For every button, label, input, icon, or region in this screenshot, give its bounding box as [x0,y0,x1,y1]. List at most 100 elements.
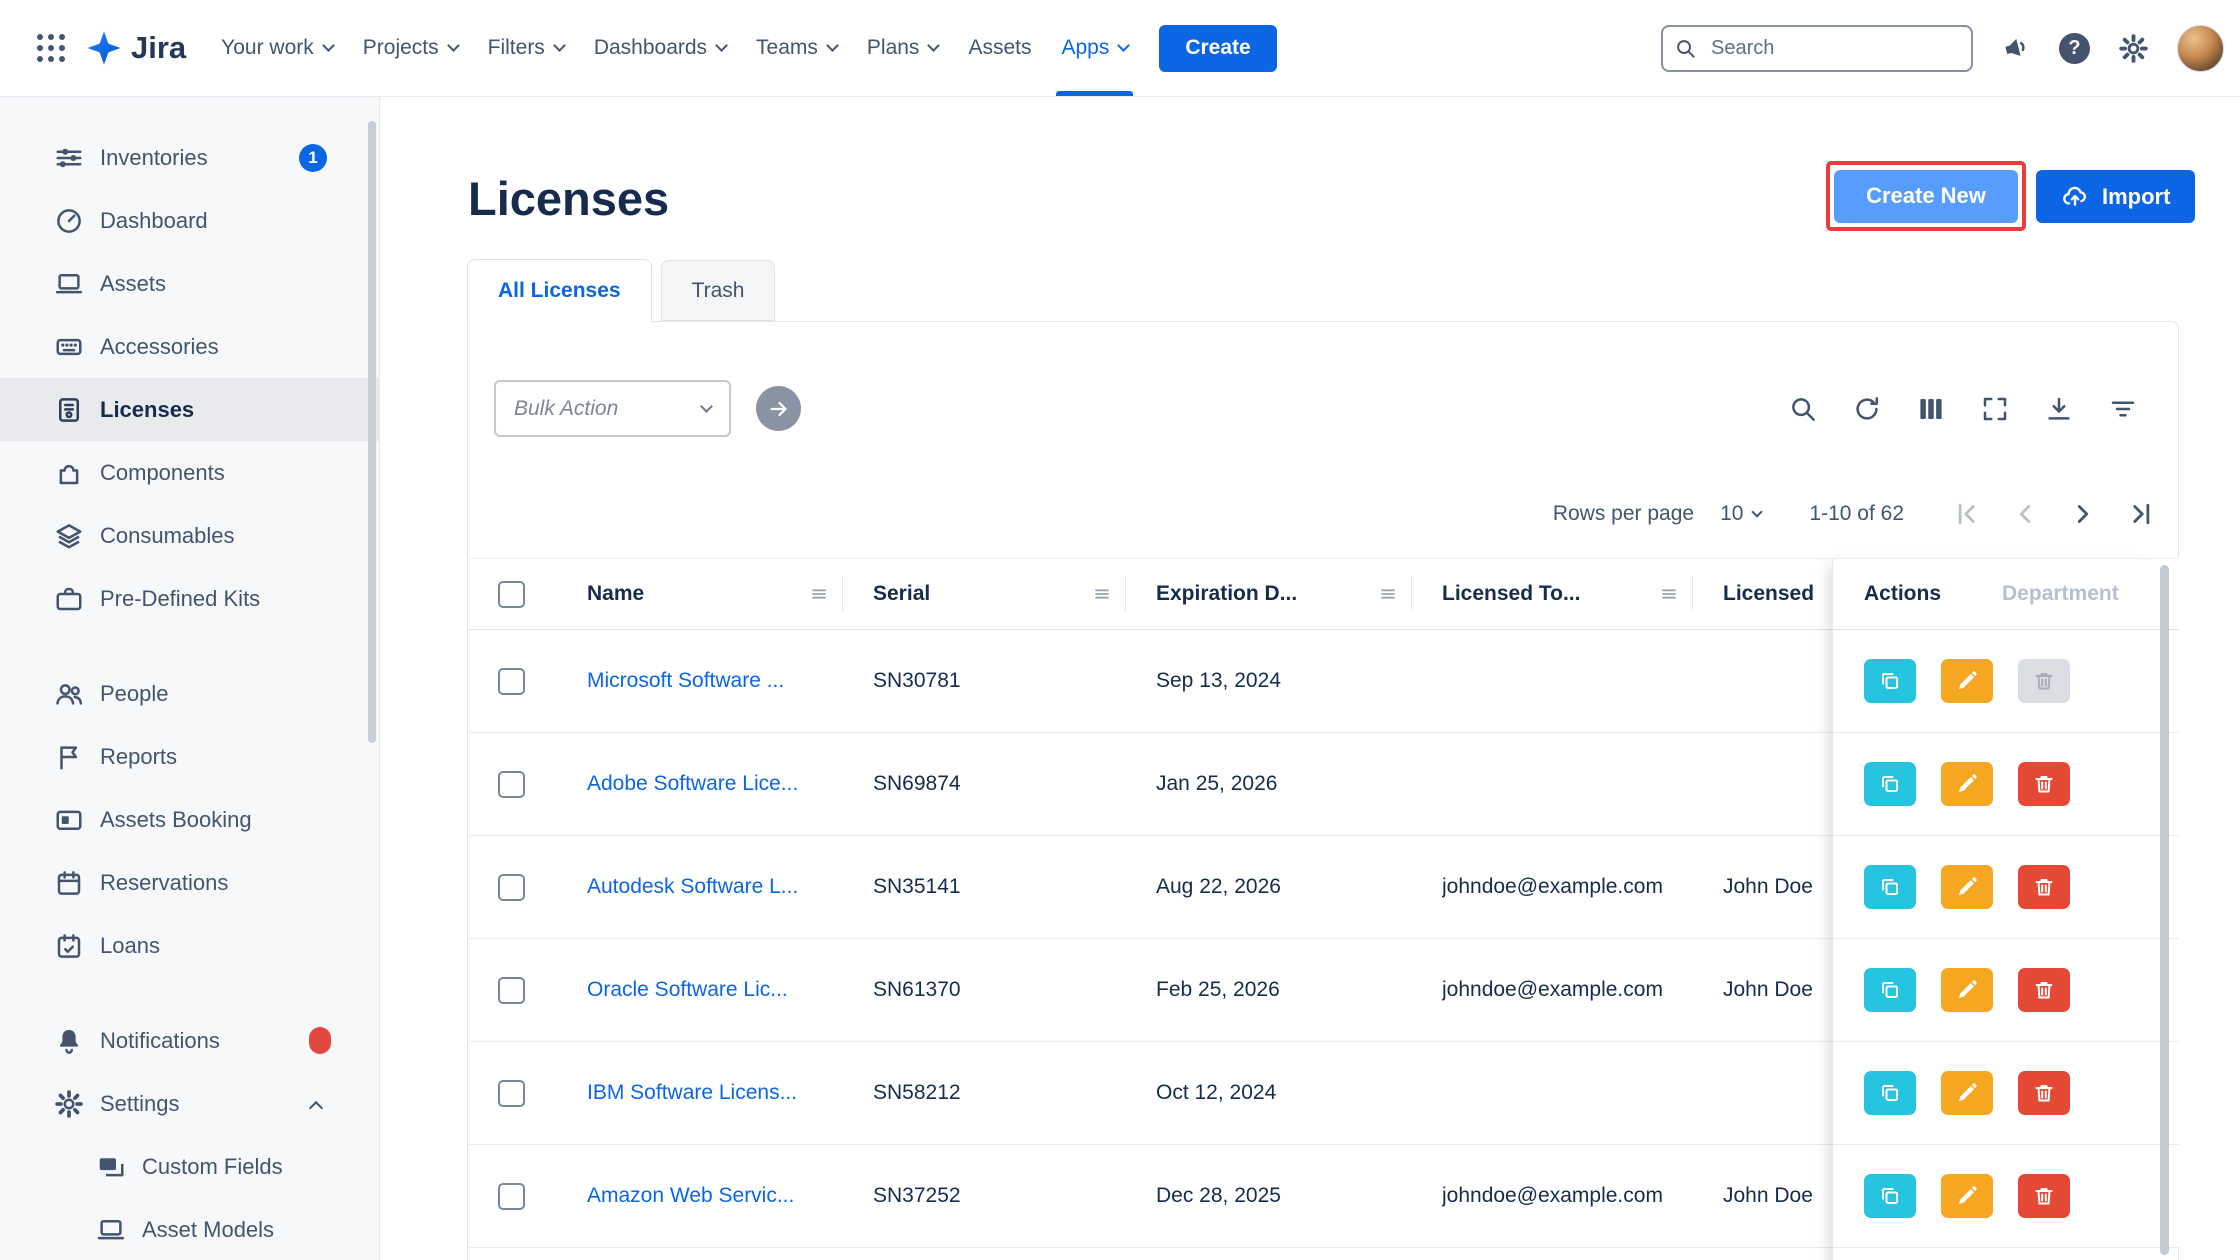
nav-item-dashboards[interactable]: Dashboards [579,0,741,96]
delete-button[interactable] [2018,659,2070,703]
create-button[interactable]: Create [1159,25,1276,72]
nav-item-teams[interactable]: Teams [741,0,852,96]
copy-icon [1878,669,1902,693]
columns-icon[interactable] [1916,394,1946,424]
sidebar-item-reservations[interactable]: Reservations [0,851,379,914]
sidebar-item-people[interactable]: People [0,662,379,725]
row-checkbox[interactable] [498,1183,525,1210]
bulk-action-submit-button[interactable] [756,386,801,431]
count-badge: 1 [299,144,327,172]
select-all-checkbox[interactable] [498,581,525,608]
row-checkbox[interactable] [498,977,525,1004]
nav-item-filters[interactable]: Filters [473,0,579,96]
import-button[interactable]: Import [2036,170,2195,223]
navbar-right: ? [1661,25,2224,72]
sidebar-item-accessories[interactable]: Accessories [0,315,379,378]
copy-button[interactable] [1864,865,1916,909]
license-name-link[interactable]: Autodesk Software L... [587,875,873,899]
sidebar-scrollbar[interactable] [368,121,376,743]
nav-item-assets[interactable]: Assets [953,0,1046,96]
edit-button[interactable] [1941,762,1993,806]
refresh-icon[interactable] [1852,394,1882,424]
license-name-link[interactable]: IBM Software Licens... [587,1081,873,1105]
next-page-icon[interactable] [2068,499,2098,529]
row-checkbox[interactable] [498,668,525,695]
sidebar-item-custom-fields[interactable]: Custom Fields [0,1135,379,1198]
fullscreen-icon[interactable] [1980,394,2010,424]
sidebar-item-notifications[interactable]: Notifications [0,1009,379,1072]
settings-gear-icon[interactable] [2118,33,2149,64]
delete-button[interactable] [2018,1071,2070,1115]
column-menu-icon[interactable] [1091,583,1113,605]
nav-item-your-work[interactable]: Your work [206,0,348,96]
copy-button[interactable] [1864,1174,1916,1218]
column-menu-icon[interactable] [808,583,830,605]
column-menu-icon[interactable] [1377,583,1399,605]
sidebar-item-consumables[interactable]: Consumables [0,504,379,567]
annotation-highlight-box: Create New [1826,161,2026,231]
copy-button[interactable] [1864,659,1916,703]
table-search-icon[interactable] [1788,394,1818,424]
cloud-upload-icon [2061,183,2089,211]
table-scrollbar[interactable] [2160,565,2169,1255]
edit-button[interactable] [1941,1174,1993,1218]
rows-per-page-select[interactable]: 10 [1720,502,1761,526]
sidebar-item-pre-defined-kits[interactable]: Pre-Defined Kits [0,567,379,630]
megaphone-icon[interactable] [2001,33,2031,63]
sidebar-item-loans[interactable]: Loans [0,914,379,977]
copy-button[interactable] [1864,762,1916,806]
sidebar-item-dashboard[interactable]: Dashboard [0,189,379,252]
nav-item-plans[interactable]: Plans [852,0,954,96]
row-checkbox[interactable] [498,874,525,901]
last-page-icon[interactable] [2126,499,2156,529]
sidebar-item-inventories[interactable]: Inventories 1 [0,126,379,189]
sidebar-item-components[interactable]: Components [0,441,379,504]
copy-button[interactable] [1864,968,1916,1012]
copy-button[interactable] [1864,1071,1916,1115]
sidebar-item-assets[interactable]: Assets [0,252,379,315]
filter-icon[interactable] [2108,394,2138,424]
delete-button[interactable] [2018,968,2070,1012]
license-name-link[interactable]: Oracle Software Lic... [587,978,873,1002]
row-checkbox[interactable] [498,771,525,798]
tab-trash[interactable]: Trash [661,260,776,321]
license-name-link[interactable]: Amazon Web Servic... [587,1184,873,1208]
license-name-link[interactable]: Microsoft Software ... [587,669,873,693]
row-checkbox[interactable] [498,1080,525,1107]
sidebar-item-reports[interactable]: Reports [0,725,379,788]
nav-item-apps[interactable]: Apps [1046,0,1143,96]
edit-button[interactable] [1941,968,1993,1012]
delete-button[interactable] [2018,865,2070,909]
nav-label: Your work [221,36,314,60]
download-icon[interactable] [2044,394,2074,424]
nav-item-projects[interactable]: Projects [348,0,473,96]
user-avatar[interactable] [2177,25,2224,72]
bulk-action-select[interactable]: Bulk Action [494,380,731,437]
app-switcher-icon[interactable] [28,25,74,71]
laptop-icon [54,269,84,299]
sidebar-item-licenses[interactable]: Licenses [0,378,379,441]
search-input[interactable] [1661,25,1973,72]
delete-button[interactable] [2018,1174,2070,1218]
column-header-expiration[interactable]: Expiration D... [1156,577,1442,611]
license-name-link[interactable]: Adobe Software Lice... [587,772,873,796]
create-new-button[interactable]: Create New [1834,170,2018,223]
delete-button[interactable] [2018,762,2070,806]
edit-button[interactable] [1941,659,1993,703]
sidebar-item-settings[interactable]: Settings [0,1072,379,1135]
tab-all-licenses[interactable]: All Licenses [467,259,652,322]
edit-button[interactable] [1941,1071,1993,1115]
sidebar-item-asset-models[interactable]: Asset Models [0,1198,379,1260]
jira-logo[interactable]: Jira [86,30,186,66]
column-header-licensed-to[interactable]: Licensed To... [1442,577,1723,611]
sidebar-item-assets-booking[interactable]: Assets Booking [0,788,379,851]
column-menu-icon[interactable] [1658,583,1680,605]
card-icon [54,805,84,835]
column-header-department-ghost: Department [2002,582,2119,606]
column-header-serial[interactable]: Serial [873,577,1156,611]
column-header-name[interactable]: Name [587,577,873,611]
edit-button[interactable] [1941,865,1993,909]
first-page-icon[interactable] [1952,499,1982,529]
help-icon[interactable]: ? [2059,33,2090,64]
prev-page-icon[interactable] [2010,499,2040,529]
